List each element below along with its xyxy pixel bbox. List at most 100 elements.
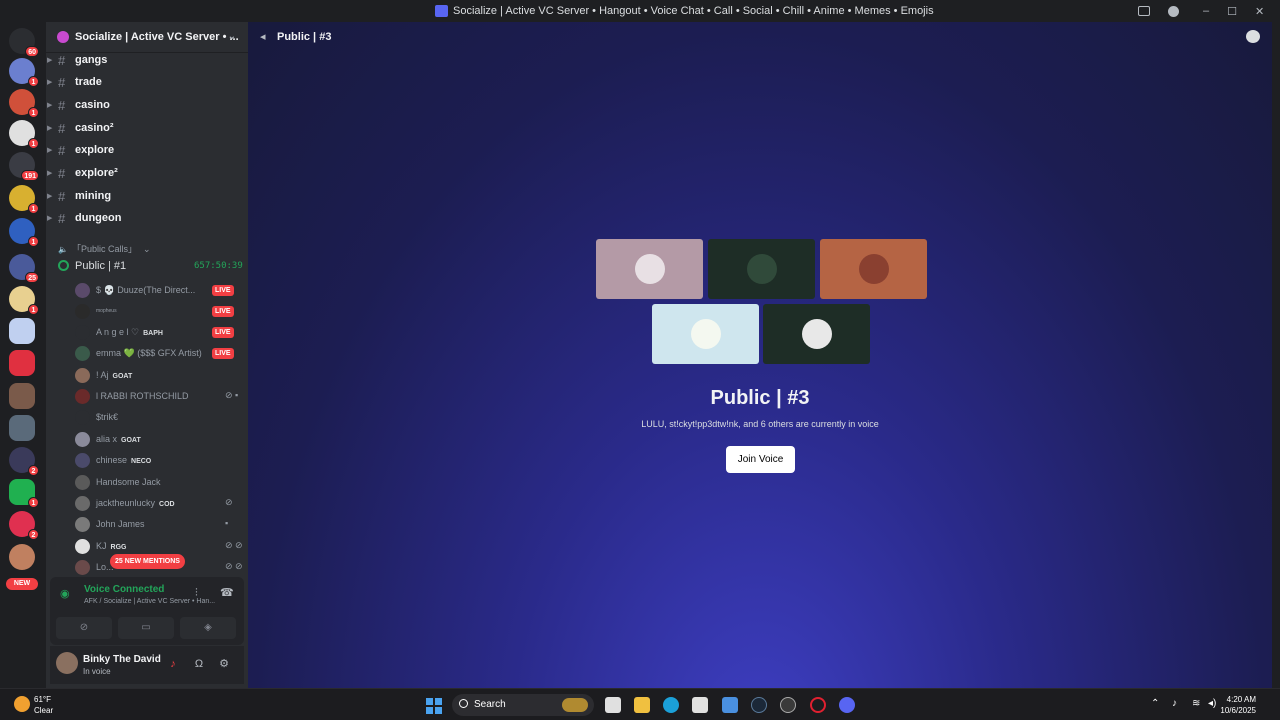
close-icon[interactable]: ✕ <box>1255 5 1264 18</box>
new-servers-pill[interactable]: NEW <box>6 578 38 590</box>
hash-icon: # <box>58 210 66 226</box>
edge-icon[interactable] <box>663 697 679 713</box>
server-icon[interactable]: 2 <box>9 511 39 540</box>
voice-member[interactable]: $trik€ <box>75 409 245 428</box>
channel-mining[interactable]: ▶ # mining <box>46 186 248 206</box>
participant-tile[interactable] <box>708 239 815 299</box>
minimize-icon[interactable]: – <box>1203 5 1209 17</box>
maximize-icon[interactable]: ☐ <box>1227 5 1237 18</box>
opera-icon[interactable] <box>810 697 826 713</box>
server-icon[interactable] <box>9 544 35 570</box>
server-icon[interactable]: 2 <box>9 447 39 476</box>
voice-member[interactable]: emma 💚 ($$$ GFX Artist) LIVE <box>75 345 245 364</box>
disconnect-icon[interactable]: ☎ <box>220 586 234 599</box>
screen-share-button[interactable]: ▭ <box>118 617 174 639</box>
member-name: $trik€ <box>96 412 119 422</box>
member-name: Handsome Jack <box>96 477 161 487</box>
steam-icon[interactable] <box>751 697 767 713</box>
task-view-icon[interactable] <box>605 697 621 713</box>
noise-suppression-icon[interactable]: ⫶ <box>195 587 198 600</box>
participant-tile[interactable] <box>652 304 759 364</box>
voice-member[interactable]: jacktheunlucky COD ⊘ <box>75 495 245 514</box>
category-header[interactable]: 🔈 「Public Calls」 ⌄ <box>58 242 151 255</box>
voice-member[interactable]: John James ▪ <box>75 516 245 535</box>
channel-casino2[interactable]: ▶ # casino² <box>46 118 248 138</box>
avatar <box>75 496 90 511</box>
deafen-button[interactable]: Ω <box>191 656 207 672</box>
new-mentions-pill[interactable]: 25 NEW MENTIONS <box>110 554 185 569</box>
app-icon[interactable] <box>780 697 796 713</box>
system-clock[interactable]: 4:20 AM 10/6/2025 <box>1220 694 1256 716</box>
voice-member[interactable]: l RABBI ROTHSCHILD ⊘ ▪ <box>75 388 245 407</box>
channel-explore[interactable]: ▶ # explore <box>46 140 248 160</box>
wifi-icon[interactable]: ≋ <box>1192 698 1200 709</box>
taskbar-search[interactable]: Search <box>452 694 594 716</box>
participant-tile[interactable] <box>596 239 703 299</box>
server-header[interactable]: Socialize | Active VC Server • ... ⌄ <box>46 22 248 53</box>
participant-tile[interactable] <box>820 239 927 299</box>
activities-button[interactable]: ◈ <box>180 617 236 639</box>
deafened-icon: ⊘ ⊘ <box>225 540 243 550</box>
server-icon[interactable]: 1 <box>9 286 39 315</box>
server-icon[interactable]: 191 <box>9 152 39 181</box>
deafened-icon: ⊘ ⊘ <box>225 561 243 571</box>
voice-member[interactable]: mopheus LIVE <box>75 303 245 322</box>
avatar[interactable] <box>56 652 78 674</box>
direct-messages-icon[interactable]: 60 <box>9 28 39 57</box>
channel-trade[interactable]: ▶ # trade <box>46 72 248 92</box>
server-icon[interactable]: 1 <box>9 218 39 247</box>
chevron-up-icon[interactable]: ⌃ <box>1151 698 1159 709</box>
voice-member[interactable]: Handsome Jack <box>75 474 245 493</box>
mute-mic-button[interactable]: ♪ <box>165 656 181 672</box>
speaker-icon: 🔈 <box>58 245 68 254</box>
camera-button[interactable]: ⊘ <box>56 617 112 639</box>
weather-icon[interactable] <box>14 696 30 712</box>
voice-status[interactable]: Voice Connected <box>84 584 164 595</box>
server-icon[interactable]: 1 <box>9 58 39 87</box>
channel-dungeon[interactable]: ▶ # dungeon <box>46 208 248 228</box>
member-name: John James <box>96 519 145 529</box>
weather-condition[interactable]: Clear <box>34 706 53 715</box>
live-badge: LIVE <box>212 306 234 317</box>
mic-icon[interactable]: ♪ <box>1172 698 1177 709</box>
server-icon[interactable] <box>9 383 35 409</box>
weather-temp[interactable]: 61°F <box>34 695 51 704</box>
gear-icon: ⚙ <box>219 658 229 670</box>
discord-icon[interactable] <box>839 697 855 713</box>
voice-member[interactable]: $ 💀 Duuze(The Direct... LIVE <box>75 282 245 301</box>
server-icon[interactable]: 25 <box>9 254 39 283</box>
signal-icon[interactable]: ◉ <box>60 587 70 600</box>
server-icon[interactable]: 1 <box>9 89 39 118</box>
channel-gangs[interactable]: ▶ # gangs <box>46 50 248 70</box>
participant-tile[interactable] <box>763 304 870 364</box>
headphones-icon: Ω <box>194 658 204 670</box>
app-icon[interactable] <box>692 697 708 713</box>
user-settings-button[interactable]: ⚙ <box>216 656 232 672</box>
avatar <box>75 517 90 532</box>
notification-badge: 2 <box>28 465 39 476</box>
scrollbar[interactable] <box>1272 22 1280 688</box>
channel-explore2[interactable]: ▶ # explore² <box>46 163 248 183</box>
user-name[interactable]: Binky The David <box>83 654 161 665</box>
server-icon[interactable] <box>9 350 35 376</box>
voice-member[interactable]: A n g e l ♡ BAPH LIVE <box>75 324 245 343</box>
server-icon[interactable] <box>9 318 35 344</box>
muted-icon: ⊘ ▪ <box>225 390 239 400</box>
server-icon[interactable]: 1 <box>9 185 39 214</box>
voice-member[interactable]: chinese NECO <box>75 452 245 471</box>
start-button[interactable] <box>426 698 442 714</box>
help-icon[interactable] <box>1168 5 1179 17</box>
file-explorer-icon[interactable] <box>634 697 650 713</box>
server-icon[interactable]: 1 <box>9 120 39 149</box>
inbox-icon[interactable] <box>1138 6 1150 16</box>
member-tag: COD <box>159 501 175 508</box>
server-icon[interactable] <box>9 415 35 441</box>
channel-casino[interactable]: ▶ # casino <box>46 95 248 115</box>
join-voice-button[interactable]: Join Voice <box>726 446 795 473</box>
voice-member[interactable]: ! Aj GOAT <box>75 367 245 386</box>
voice-member[interactable]: alia x GOAT <box>75 431 245 450</box>
volume-icon[interactable]: ◂) <box>1208 698 1216 709</box>
server-icon[interactable]: 1 <box>9 479 39 508</box>
notepad-icon[interactable] <box>722 697 738 713</box>
chat-icon[interactable] <box>1246 30 1260 43</box>
